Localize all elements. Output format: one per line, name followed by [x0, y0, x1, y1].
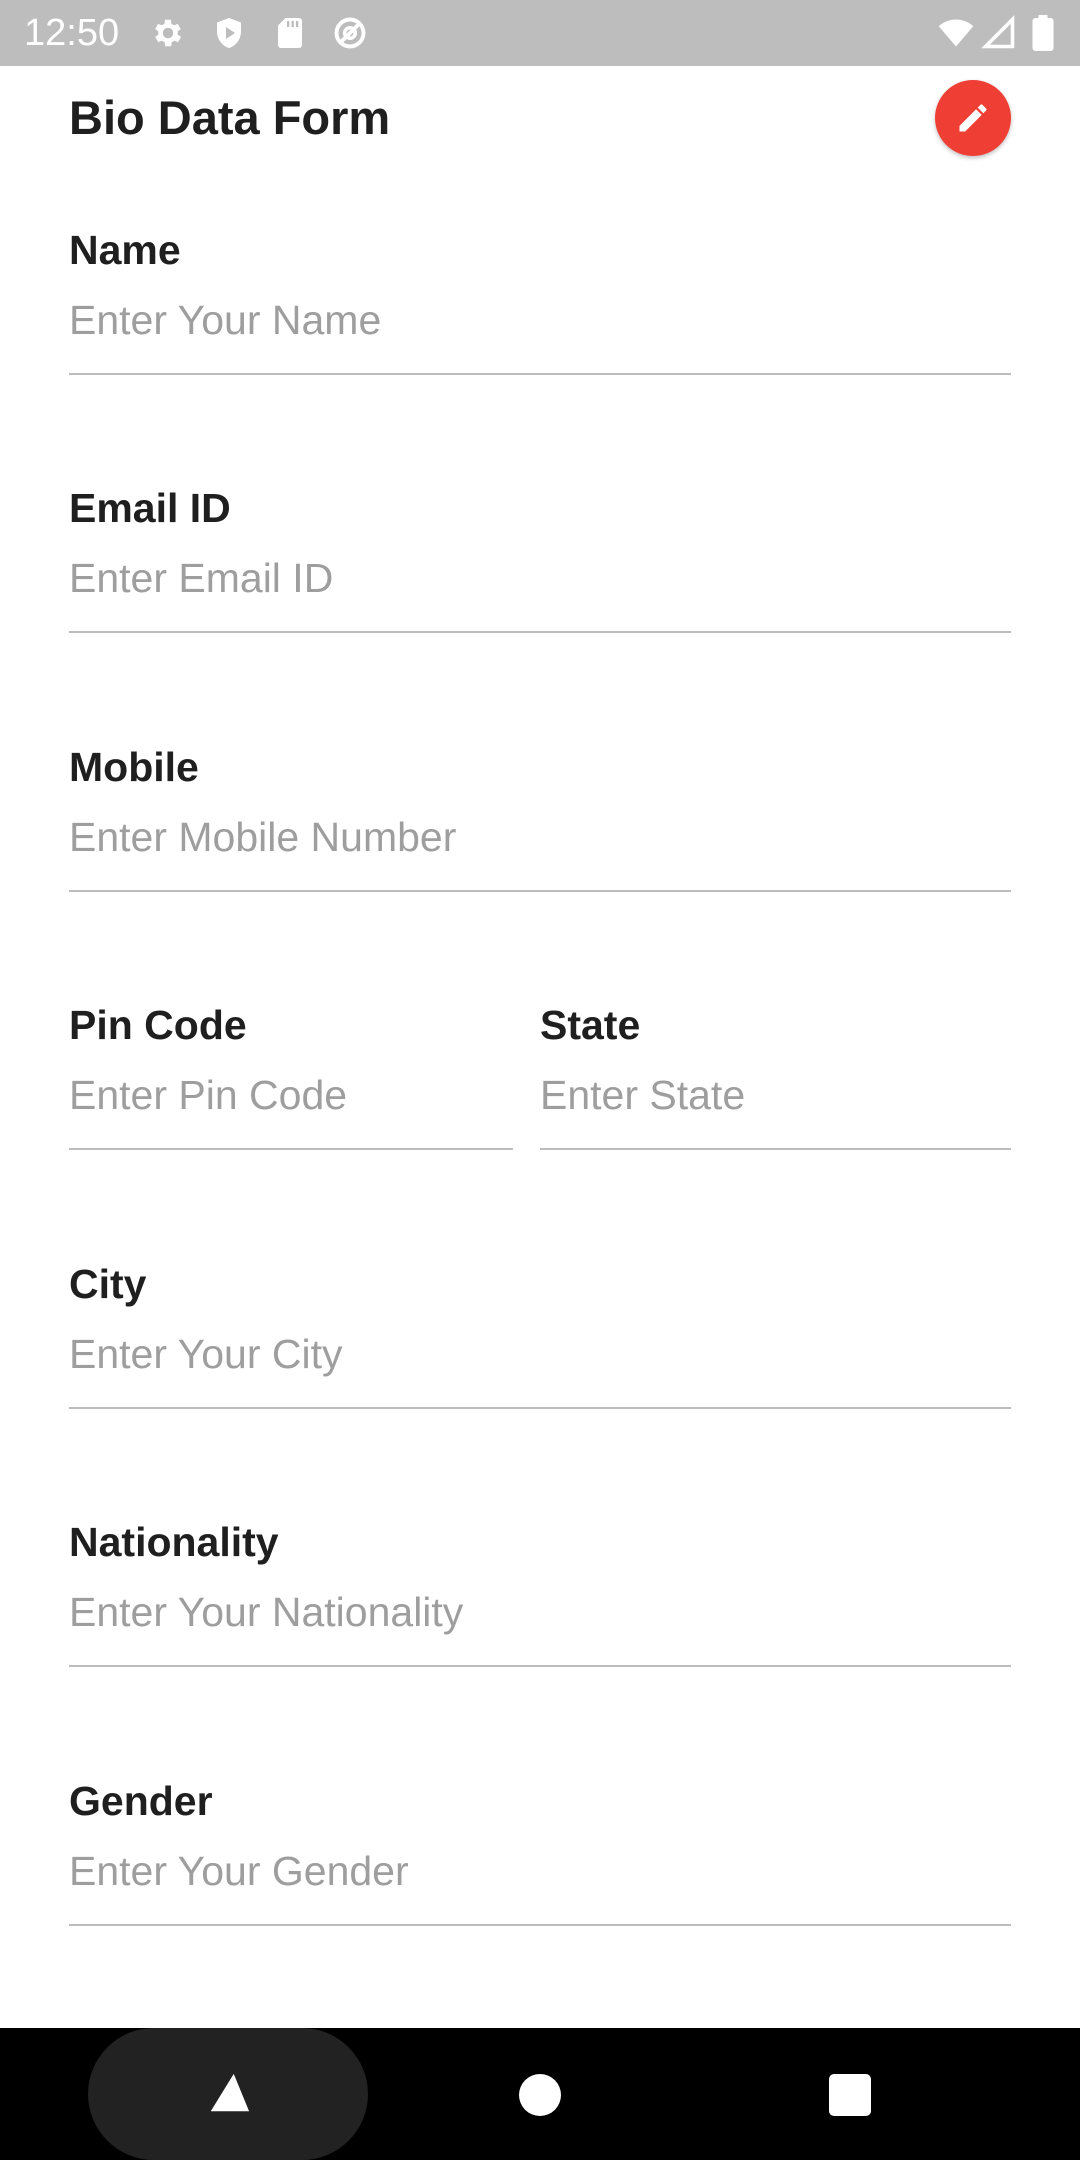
city-input[interactable]: [69, 1329, 1011, 1409]
gender-label: Gender: [69, 1778, 213, 1824]
mobile-field-group: Mobile: [69, 742, 1011, 932]
city-label: City: [69, 1261, 147, 1307]
name-field-group: Name: [69, 225, 1011, 415]
city-field-group: City: [69, 1259, 1011, 1449]
state-input[interactable]: [540, 1070, 1011, 1150]
gear-icon: [150, 15, 186, 51]
signal-icon: [981, 15, 1017, 51]
home-button[interactable]: [519, 2074, 561, 2116]
mobile-input[interactable]: [69, 812, 1011, 892]
mobile-label: Mobile: [69, 744, 199, 790]
status-bar: 12:50: [0, 0, 1080, 66]
state-label: State: [540, 1002, 641, 1048]
name-label: Name: [69, 227, 181, 273]
page-title: Bio Data Form: [69, 91, 391, 144]
pin-code-label: Pin Code: [69, 1002, 247, 1048]
sd-card-icon: [272, 15, 308, 51]
recents-button[interactable]: [829, 2074, 871, 2116]
gender-field-group: Gender: [69, 1776, 1011, 1966]
email-label: Email ID: [69, 485, 231, 531]
email-field-group: Email ID: [69, 483, 1011, 673]
triangle-back-icon: [210, 2073, 250, 2112]
status-time: 12:50: [24, 12, 120, 54]
shield-play-icon: [211, 15, 247, 51]
nationality-input[interactable]: [69, 1587, 1011, 1667]
pin-code-input[interactable]: [69, 1070, 513, 1150]
nationality-label: Nationality: [69, 1519, 279, 1565]
pencil-icon: [959, 104, 987, 132]
edit-button[interactable]: [935, 80, 1011, 156]
back-button[interactable]: [88, 2028, 368, 2160]
gender-input[interactable]: [69, 1846, 1011, 1926]
name-input[interactable]: [69, 295, 1011, 375]
at-sign-icon: [332, 15, 368, 51]
wifi-icon: [935, 15, 977, 51]
state-field-group: State: [540, 1000, 1011, 1190]
battery-icon: [1030, 15, 1056, 51]
nationality-field-group: Nationality: [69, 1517, 1011, 1707]
email-input[interactable]: [69, 553, 1011, 633]
pin-code-field-group: Pin Code: [69, 1000, 513, 1190]
